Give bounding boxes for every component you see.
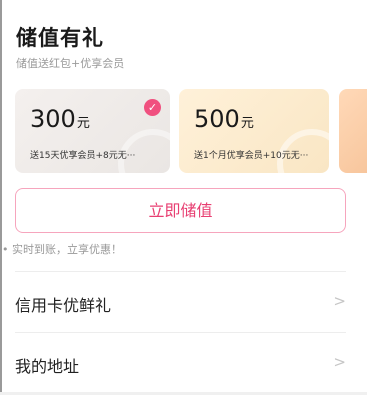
option-amount: 500元 bbox=[194, 105, 254, 133]
option-description: 送1个月优享会员+10元无··· bbox=[194, 151, 309, 161]
recharge-option-300[interactable]: 300元 送15天优享会员+8元无··· ✓ bbox=[15, 89, 170, 173]
check-icon: ✓ bbox=[144, 99, 161, 116]
recharge-option-500[interactable]: 500元 送1个月优享会员+10元无··· bbox=[179, 89, 329, 173]
recharge-option-partial[interactable] bbox=[339, 89, 367, 173]
chevron-right-icon: > bbox=[333, 292, 346, 310]
menu-item-credit-card[interactable]: 信用卡优鲜礼 > bbox=[15, 272, 346, 332]
recharge-options: 300元 送15天优享会员+8元无··· ✓ 500元 送1个月优享会员+10元… bbox=[15, 89, 367, 173]
section-subtitle: 储值送红包+优享会员 bbox=[16, 57, 125, 70]
option-amount: 300元 bbox=[30, 105, 90, 133]
section-title: 储值有礼 bbox=[16, 26, 104, 50]
chevron-right-icon: > bbox=[333, 353, 346, 371]
menu-item-label: 我的地址 bbox=[15, 357, 80, 376]
left-edge bbox=[0, 0, 2, 395]
recharge-now-button[interactable]: 立即储值 bbox=[15, 188, 346, 233]
option-description: 送15天优享会员+8元无··· bbox=[30, 151, 136, 161]
instant-credit-note: • 实时到账，立享优惠！ bbox=[2, 243, 122, 256]
menu-item-my-address[interactable]: 我的地址 > bbox=[15, 333, 346, 393]
menu-item-label: 信用卡优鲜礼 bbox=[15, 296, 112, 315]
